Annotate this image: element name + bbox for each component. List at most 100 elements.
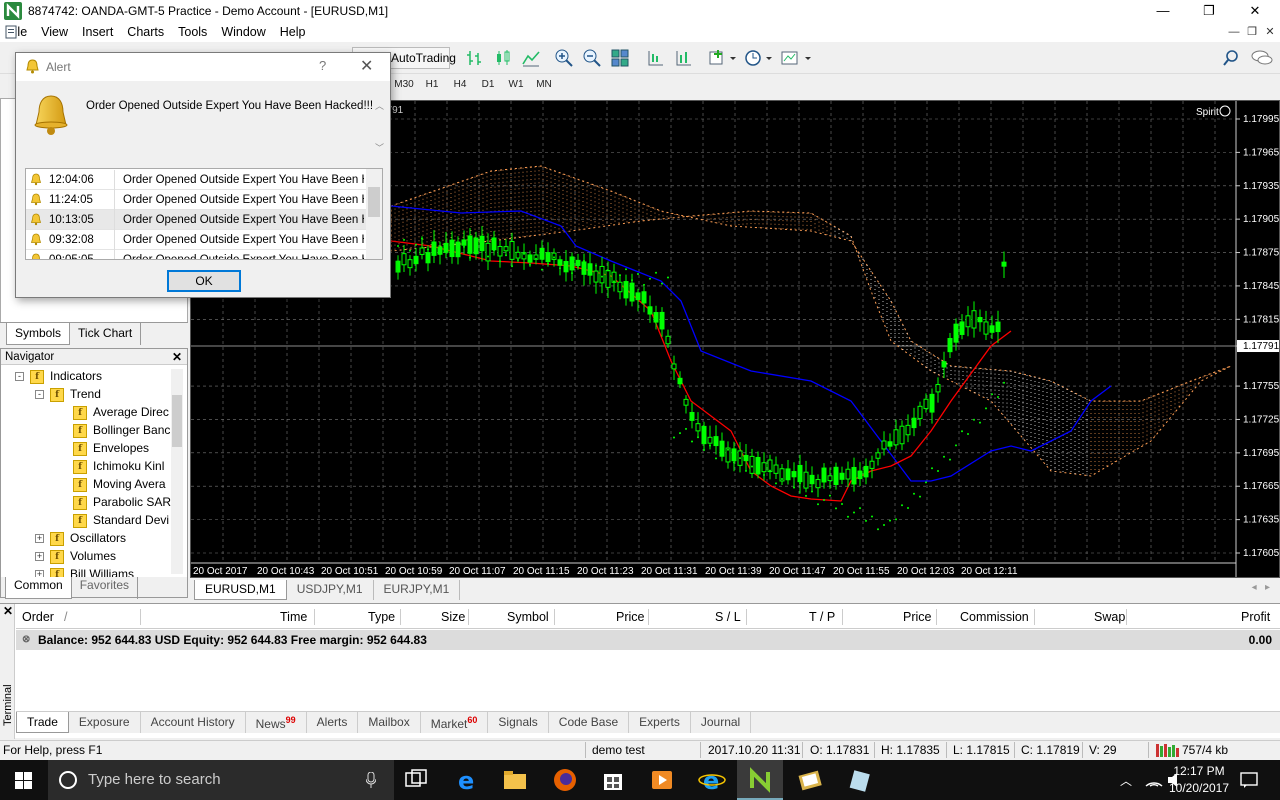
expand-icon[interactable]: + [35, 534, 44, 544]
edge-browser-icon[interactable]: e [453, 766, 481, 794]
action-center-icon[interactable] [1240, 771, 1258, 789]
col-current-price[interactable]: Price [903, 610, 931, 624]
zoom-out-icon[interactable] [581, 47, 603, 69]
mdi-minimize-button[interactable]: — [1226, 24, 1242, 40]
terminal-tab[interactable]: Trade [16, 712, 69, 733]
file-explorer-icon[interactable] [501, 766, 529, 794]
timeframe-m30[interactable]: M30 [390, 76, 418, 94]
col-stop-loss[interactable]: S / L [715, 610, 741, 624]
zoom-in-icon[interactable] [553, 47, 575, 69]
terminal-tab[interactable]: Signals [488, 712, 549, 733]
col-time[interactable]: Time [280, 610, 307, 624]
collapse-icon[interactable]: - [15, 372, 24, 382]
timeframe-w1[interactable]: W1 [502, 76, 530, 94]
terminal-tab[interactable]: Exposure [69, 712, 141, 733]
timeframe-d1[interactable]: D1 [474, 76, 502, 94]
navigator-item[interactable]: - f Trend [35, 385, 171, 403]
timeframe-h1[interactable]: H1 [418, 76, 446, 94]
alert-ok-button[interactable]: OK [167, 270, 241, 292]
terminal-tab[interactable]: Code Base [549, 712, 630, 733]
mdi-close-button[interactable]: ✕ [1262, 24, 1278, 40]
book-app-icon[interactable] [796, 766, 824, 794]
navigator-item[interactable]: f Moving Avera [73, 475, 171, 493]
notes-app-icon[interactable] [846, 766, 874, 794]
timeframe-h4[interactable]: H4 [446, 76, 474, 94]
terminal-tab[interactable]: Alerts [307, 712, 359, 733]
media-player-icon[interactable] [648, 766, 676, 794]
tray-chevron-icon[interactable]: ︿ [1120, 772, 1132, 789]
navigator-item[interactable]: f Standard Devi [73, 511, 171, 529]
alert-row[interactable]: 12:04:06 Order Opened Outside Expert You … [26, 170, 366, 190]
col-symbol[interactable]: Symbol [507, 610, 549, 624]
collapse-icon[interactable]: - [35, 390, 44, 400]
navigator-item[interactable]: f Envelopes [73, 439, 171, 457]
microphone-icon[interactable] [366, 772, 376, 788]
alert-history-list[interactable]: 12:04:06 Order Opened Outside Expert You … [25, 168, 383, 260]
terminal-close-button[interactable]: ✕ [3, 604, 13, 618]
internet-explorer-icon[interactable]: e [698, 766, 726, 794]
navigator-close-button[interactable]: ✕ [172, 349, 182, 365]
templates-dropdown-icon[interactable] [780, 47, 812, 69]
network-icon[interactable] [1144, 772, 1164, 788]
col-sort[interactable]: / [64, 610, 67, 624]
search-icon[interactable] [1222, 47, 1240, 69]
navigator-item[interactable]: + f Oscillators [35, 529, 171, 547]
col-size[interactable]: Size [441, 610, 465, 624]
menu-view[interactable]: View [34, 25, 75, 39]
tab-common[interactable]: Common [5, 577, 72, 599]
tab-favorites[interactable]: Favorites [72, 577, 139, 599]
terminal-tab[interactable]: News99 [246, 712, 307, 733]
alert-row[interactable]: 09:32:08 Order Opened Outside Expert You … [26, 230, 366, 250]
alert-list-scrollbar[interactable] [366, 169, 382, 259]
chart-tab-usdjpy[interactable]: USDJPY,M1 [287, 580, 374, 600]
expand-icon[interactable]: + [35, 552, 44, 562]
minimize-button[interactable]: — [1140, 0, 1186, 22]
candlestick-icon[interactable] [492, 47, 514, 69]
col-swap[interactable]: Swap [1094, 610, 1125, 624]
timeframe-mn[interactable]: MN [530, 76, 558, 94]
alert-title-bar[interactable]: Alert ? ✕ [16, 53, 390, 81]
col-price[interactable]: Price [616, 610, 644, 624]
message-scroll-down-icon[interactable]: ﹀ [375, 141, 384, 154]
alert-row[interactable]: 11:24:05 Order Opened Outside Expert You … [26, 190, 366, 210]
alert-close-button[interactable]: ✕ [360, 56, 373, 76]
autoscroll-icon[interactable] [672, 47, 694, 69]
chart-tab-eurjpy[interactable]: EURJPY,M1 [374, 580, 461, 600]
balance-row[interactable]: ⊗ Balance: 952 644.83 USD Equity: 952 64… [16, 630, 1280, 650]
status-profile[interactable]: demo test [592, 743, 645, 757]
metatrader-taskbar-button[interactable] [737, 760, 783, 800]
tile-windows-icon[interactable] [609, 47, 631, 69]
navigator-item[interactable]: f Bollinger Banc [73, 421, 171, 439]
navigator-item[interactable]: - f Indicators [15, 367, 171, 385]
alert-help-button[interactable]: ? [319, 58, 326, 73]
menu-tools[interactable]: Tools [171, 25, 214, 39]
menu-help[interactable]: Help [273, 25, 313, 39]
navigator-item[interactable]: f Ichimoku Kinl [73, 457, 171, 475]
menu-charts[interactable]: Charts [120, 25, 171, 39]
windows-start-icon[interactable] [15, 772, 32, 789]
chart-tab-eurusd[interactable]: EURUSD,M1 [194, 580, 287, 600]
terminal-tab[interactable]: Market60 [421, 712, 489, 733]
mdi-restore-button[interactable]: ❐ [1244, 24, 1260, 40]
chat-icon[interactable] [1250, 47, 1274, 69]
alert-row[interactable]: 10:13:05 Order Opened Outside Expert You … [26, 210, 366, 230]
close-window-button[interactable]: ✕ [1232, 0, 1278, 22]
maximize-button[interactable]: ❐ [1186, 0, 1232, 22]
firefox-icon[interactable] [551, 766, 579, 794]
menu-insert[interactable]: Insert [75, 25, 120, 39]
navigator-scrollbar[interactable] [171, 369, 183, 574]
col-profit[interactable]: Profit [1241, 610, 1270, 624]
col-order[interactable]: Order [22, 610, 54, 624]
chart-scroll-arrows[interactable]: ◂ ▸ [1252, 582, 1270, 593]
store-icon[interactable] [599, 766, 627, 794]
navigator-item[interactable]: f Parabolic SAR [73, 493, 171, 511]
tray-clock[interactable]: 12:17 PM 10/20/2017 [1164, 763, 1234, 797]
chart-shift-icon[interactable] [644, 47, 666, 69]
terminal-tab[interactable]: Journal [691, 712, 752, 733]
navigator-item[interactable]: + f Volumes [35, 547, 171, 565]
tab-tick-chart[interactable]: Tick Chart [70, 323, 142, 345]
line-chart-icon[interactable] [520, 47, 542, 69]
col-take-profit[interactable]: T / P [809, 610, 835, 624]
tab-symbols[interactable]: Symbols [6, 323, 71, 345]
periods-dropdown-icon[interactable] [743, 47, 773, 69]
